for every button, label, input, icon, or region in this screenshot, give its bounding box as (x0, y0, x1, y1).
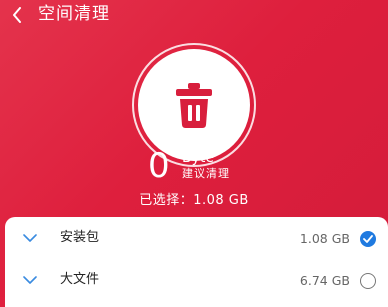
category-list: 安装包 1.08 GB 大文件 6.74 GB (5, 217, 388, 307)
check-icon (363, 235, 373, 243)
suggested-size-value: 0 (148, 146, 170, 186)
list-item-size: 1.08 GB (299, 231, 350, 246)
trash-can-icon (176, 83, 212, 128)
suggested-size-unit: Byte (182, 150, 214, 166)
selected-total: 已选择：1.08 GB (139, 193, 249, 208)
list-item-large-files[interactable]: 大文件 6.74 GB (5, 261, 388, 301)
checkbox-checked[interactable] (360, 231, 376, 247)
chevron-left-icon (13, 7, 21, 23)
suggested-size-caption: 建议清理 (182, 167, 230, 180)
chevron-down-icon[interactable] (23, 232, 37, 244)
top-bar: 空间清理 (0, 0, 388, 30)
list-item-label: 安装包 (60, 230, 100, 245)
list-item-install-packages[interactable]: 安装包 1.08 GB (5, 219, 388, 259)
chevron-down-icon[interactable] (23, 274, 37, 286)
list-item-label: 大文件 (60, 272, 100, 287)
checkbox-unchecked[interactable] (360, 273, 376, 289)
back-button[interactable] (8, 5, 26, 25)
page-title: 空间清理 (38, 4, 110, 24)
list-item-size: 6.74 GB (299, 273, 350, 288)
clean-button[interactable] (138, 49, 250, 161)
